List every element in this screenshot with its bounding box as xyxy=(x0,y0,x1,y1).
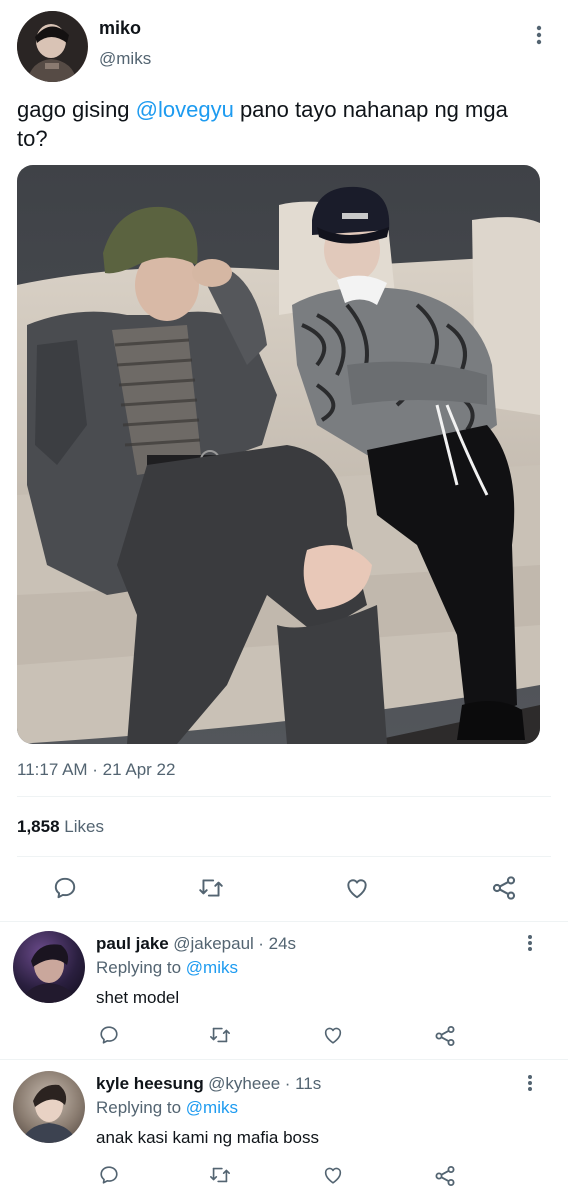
reply-avatar[interactable] xyxy=(13,931,85,1003)
comment-icon xyxy=(54,877,76,899)
divider xyxy=(0,1059,568,1060)
reply-author-handle[interactable]: @kyheee xyxy=(208,1074,280,1093)
share-icon xyxy=(435,1026,455,1046)
replying-to-link[interactable]: @miks xyxy=(186,958,238,977)
avatar-photo xyxy=(17,11,87,82)
reply-button[interactable] xyxy=(50,873,80,903)
replying-to-label: Replying to xyxy=(96,1098,182,1117)
more-options-icon[interactable] xyxy=(520,933,540,953)
replying-to: Replying to @miks xyxy=(96,1098,238,1118)
retweet-button[interactable] xyxy=(207,1023,233,1047)
share-button[interactable] xyxy=(489,873,519,903)
retweet-button[interactable] xyxy=(196,873,226,903)
reply-avatar[interactable] xyxy=(13,1071,85,1143)
reply-button[interactable] xyxy=(97,1163,121,1187)
heart-icon xyxy=(347,879,367,899)
divider xyxy=(17,856,551,857)
reply-author-handle[interactable]: @jakepaul xyxy=(173,934,254,953)
avatar-photo xyxy=(21,944,77,1003)
retweet-icon xyxy=(210,1027,230,1043)
author-handle[interactable]: @miks xyxy=(99,49,151,69)
tweet-text: gago gising @lovegyu pano tayo nahanap n… xyxy=(17,95,537,153)
reply-text: shet model xyxy=(96,988,180,1007)
replying-to: Replying to @miks xyxy=(96,958,238,978)
likes-count: 1,858 xyxy=(17,817,60,836)
heart-icon xyxy=(324,1027,342,1044)
like-button[interactable] xyxy=(320,1023,346,1047)
retweet-icon xyxy=(210,1167,230,1183)
tweet-mention-link[interactable]: @lovegyu xyxy=(136,97,234,122)
share-icon xyxy=(492,876,516,900)
retweet-button[interactable] xyxy=(207,1163,233,1187)
like-button[interactable] xyxy=(342,873,372,903)
reply-button[interactable] xyxy=(97,1023,121,1047)
likes-label: Likes xyxy=(64,817,104,836)
reply-author-name[interactable]: paul jake xyxy=(96,934,169,953)
reply-time: · 11s xyxy=(284,1074,322,1093)
reply-text: anak kasi kami ng mafia boss xyxy=(96,1128,319,1147)
divider xyxy=(0,921,568,922)
tweet-text-before: gago gising xyxy=(17,97,136,122)
reply-header: paul jake @jakepaul · 24s xyxy=(96,934,296,954)
avatar-photo xyxy=(21,1084,77,1143)
likes-stat[interactable]: 1,858 Likes xyxy=(17,817,104,837)
comment-icon xyxy=(100,1026,118,1044)
replying-to-link[interactable]: @miks xyxy=(186,1098,238,1117)
author-name[interactable]: miko xyxy=(99,18,141,39)
tweet-timestamp[interactable]: 11:17 AM · 21 Apr 22 xyxy=(17,760,175,780)
retweet-icon xyxy=(199,879,223,897)
author-avatar[interactable] xyxy=(17,11,88,82)
more-options-icon[interactable] xyxy=(520,1073,540,1093)
share-button[interactable] xyxy=(432,1163,458,1189)
reply-author-name[interactable]: kyle heesung xyxy=(96,1074,204,1093)
like-button[interactable] xyxy=(320,1163,346,1187)
divider xyxy=(17,796,551,797)
share-icon xyxy=(435,1166,455,1186)
heart-icon xyxy=(324,1167,342,1184)
share-button[interactable] xyxy=(432,1023,458,1049)
replying-to-label: Replying to xyxy=(96,958,182,977)
more-options-icon[interactable] xyxy=(528,24,550,46)
comment-icon xyxy=(100,1166,118,1184)
reply-time: · 24s xyxy=(258,934,297,953)
tweet-photo[interactable] xyxy=(17,165,540,744)
reply-header: kyle heesung @kyheee · 11s xyxy=(96,1074,321,1094)
